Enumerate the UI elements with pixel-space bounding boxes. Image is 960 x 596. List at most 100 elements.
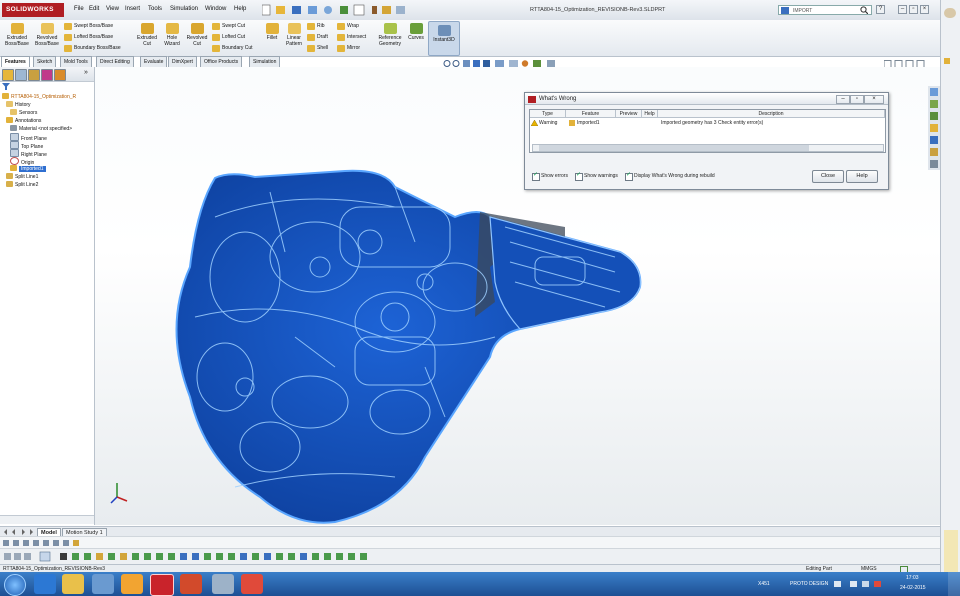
linear-pattern-button[interactable]: Linear Pattern xyxy=(283,23,305,47)
dialog-titlebar[interactable]: What's Wrong xyxy=(525,93,888,105)
intersect-button[interactable]: Intersect xyxy=(337,33,366,42)
show-errors-checkbox[interactable]: Show errors xyxy=(532,171,568,181)
tree-item-sensors[interactable]: Sensors xyxy=(10,109,37,117)
rib-button[interactable]: Rib xyxy=(307,22,325,31)
solidworks-logo[interactable]: SOLIDWORKS xyxy=(2,3,64,17)
column-header-help[interactable]: Help xyxy=(642,110,658,118)
column-header-feature[interactable]: Feature xyxy=(566,110,616,118)
dialog-minimize-button[interactable]: – xyxy=(836,95,850,104)
column-header-preview[interactable]: Preview xyxy=(616,110,642,118)
feature-manager-tab-icon[interactable] xyxy=(2,69,14,81)
minimize-button[interactable]: – xyxy=(898,5,907,14)
hole-wizard-button[interactable]: Hole Wizard xyxy=(160,23,184,47)
menu-edit[interactable]: Edit xyxy=(89,6,99,12)
panel-tab-strip: » xyxy=(0,67,94,82)
row-feature: Imported1 xyxy=(577,120,600,126)
menu-simulation[interactable]: Simulation xyxy=(170,6,198,12)
curves-button[interactable]: Curves xyxy=(405,23,427,41)
table-horizontal-scrollbar[interactable] xyxy=(532,144,884,152)
tab-scroll-arrows[interactable] xyxy=(2,529,36,535)
tray-time[interactable]: 17:03 xyxy=(906,575,919,581)
appearances-icon[interactable] xyxy=(930,136,938,144)
side-window-logo xyxy=(944,8,956,18)
outlook-icon[interactable] xyxy=(121,574,143,594)
scrollbar-thumb[interactable] xyxy=(539,145,809,151)
boundary-boss-button[interactable]: Boundary Boss/Base xyxy=(64,44,121,53)
close-button[interactable]: Close xyxy=(812,170,844,183)
internet-explorer-icon[interactable] xyxy=(34,574,56,594)
help-icon[interactable]: ? xyxy=(876,5,885,14)
swept-cut-button[interactable]: Swept Cut xyxy=(212,22,245,31)
search-icon[interactable] xyxy=(860,6,868,14)
tray-date[interactable]: 24-02-2015 xyxy=(900,585,926,591)
fillet-button[interactable]: Fillet xyxy=(262,23,282,41)
mirror-button[interactable]: Mirror xyxy=(337,44,360,53)
extruded-cut-button[interactable]: Extruded Cut xyxy=(134,23,160,47)
dimxpert-manager-tab-icon[interactable] xyxy=(41,69,53,81)
boundary-cut-button[interactable]: Boundary Cut xyxy=(212,44,253,53)
revolved-boss-button[interactable]: Revolved Boss/Base xyxy=(33,23,61,47)
filter-icon[interactable] xyxy=(2,83,10,90)
command-manager: Extruded Boss/Base Revolved Boss/Base Sw… xyxy=(0,20,940,57)
panel-horizontal-scrollbar[interactable] xyxy=(0,515,94,524)
sketch-tools-toolbar[interactable] xyxy=(0,548,940,565)
dialog-close-button[interactable]: × xyxy=(864,95,884,104)
search-input[interactable]: IMPORT xyxy=(778,5,872,15)
restore-button[interactable]: ▫ xyxy=(909,5,918,14)
wrap-button[interactable]: Wrap xyxy=(337,22,359,31)
tree-item-split-line2[interactable]: Split Line2 xyxy=(6,181,38,189)
file-explorer-icon[interactable] xyxy=(930,112,938,120)
lofted-cut-button[interactable]: Lofted Cut xyxy=(212,33,245,42)
custom-properties-icon[interactable] xyxy=(930,148,938,156)
reference-geometry-button[interactable]: Reference Geometry xyxy=(374,23,406,47)
media-player-icon[interactable] xyxy=(92,574,114,594)
instant3d-button[interactable]: Instant3D xyxy=(428,21,460,56)
start-button[interactable] xyxy=(4,574,26,596)
tree-item-part[interactable]: RTTA804-15_Optimization_R xyxy=(2,93,76,101)
swept-boss-button[interactable]: Swept Boss/Base xyxy=(64,22,113,31)
lofted-boss-button[interactable]: Lofted Boss/Base xyxy=(64,33,113,42)
display-during-rebuild-checkbox[interactable]: Display What's Wrong during rebuild xyxy=(625,171,715,181)
display-manager-tab-icon[interactable] xyxy=(54,69,66,81)
panel-expand-icon[interactable]: » xyxy=(84,69,88,76)
shell-button[interactable]: Shell xyxy=(307,44,328,53)
menu-file[interactable]: File xyxy=(74,6,84,12)
app-icon[interactable] xyxy=(241,574,263,594)
dialog-maximize-button[interactable]: ▫ xyxy=(850,95,864,104)
forum-icon[interactable] xyxy=(930,160,938,168)
origin-icon xyxy=(10,157,19,165)
file-explorer-icon[interactable] xyxy=(62,574,84,594)
menu-tools[interactable]: Tools xyxy=(148,6,162,12)
system-tray-icons[interactable] xyxy=(834,579,894,589)
column-header-description[interactable]: Description xyxy=(658,110,885,118)
tree-item-history[interactable]: History xyxy=(6,101,31,109)
help-button[interactable]: Help xyxy=(846,170,878,183)
revolved-cut-button[interactable]: Revolved Cut xyxy=(184,23,210,47)
menu-window[interactable]: Window xyxy=(205,6,226,12)
column-header-type[interactable]: Type xyxy=(530,110,566,118)
tray-toolbar-label[interactable]: PROTO DESIGN xyxy=(790,581,828,587)
tree-item-imported1[interactable]: Imported1 xyxy=(10,165,46,173)
tree-item-annotations[interactable]: Annotations xyxy=(6,117,41,125)
quick-access-toolbar[interactable] xyxy=(262,4,412,16)
view-palette-icon[interactable] xyxy=(930,124,938,132)
design-library-icon[interactable] xyxy=(930,100,938,108)
menu-help[interactable]: Help xyxy=(234,6,246,12)
tree-item-split-line1[interactable]: Split Line1 xyxy=(6,173,38,181)
draft-button[interactable]: Draft xyxy=(307,33,328,42)
extruded-boss-button[interactable]: Extruded Boss/Base xyxy=(3,23,31,47)
menu-insert[interactable]: Insert xyxy=(125,6,140,12)
panel-splitter[interactable] xyxy=(95,282,96,302)
solidworks-taskbar-icon[interactable] xyxy=(150,574,174,596)
show-warnings-checkbox[interactable]: Show warnings xyxy=(575,171,618,181)
powerpoint-icon[interactable] xyxy=(180,574,202,594)
close-button[interactable]: × xyxy=(920,5,929,14)
menu-view[interactable]: View xyxy=(106,6,119,12)
property-manager-tab-icon[interactable] xyxy=(15,69,27,81)
tree-item-material[interactable]: Material <not specified> xyxy=(10,125,72,133)
resources-icon[interactable] xyxy=(930,88,938,96)
show-desktop-button[interactable] xyxy=(948,572,960,596)
snipping-tool-icon[interactable] xyxy=(212,574,234,594)
configuration-manager-tab-icon[interactable] xyxy=(28,69,40,81)
table-row[interactable]: Warning Imported1 Imported geometry has … xyxy=(530,119,885,127)
